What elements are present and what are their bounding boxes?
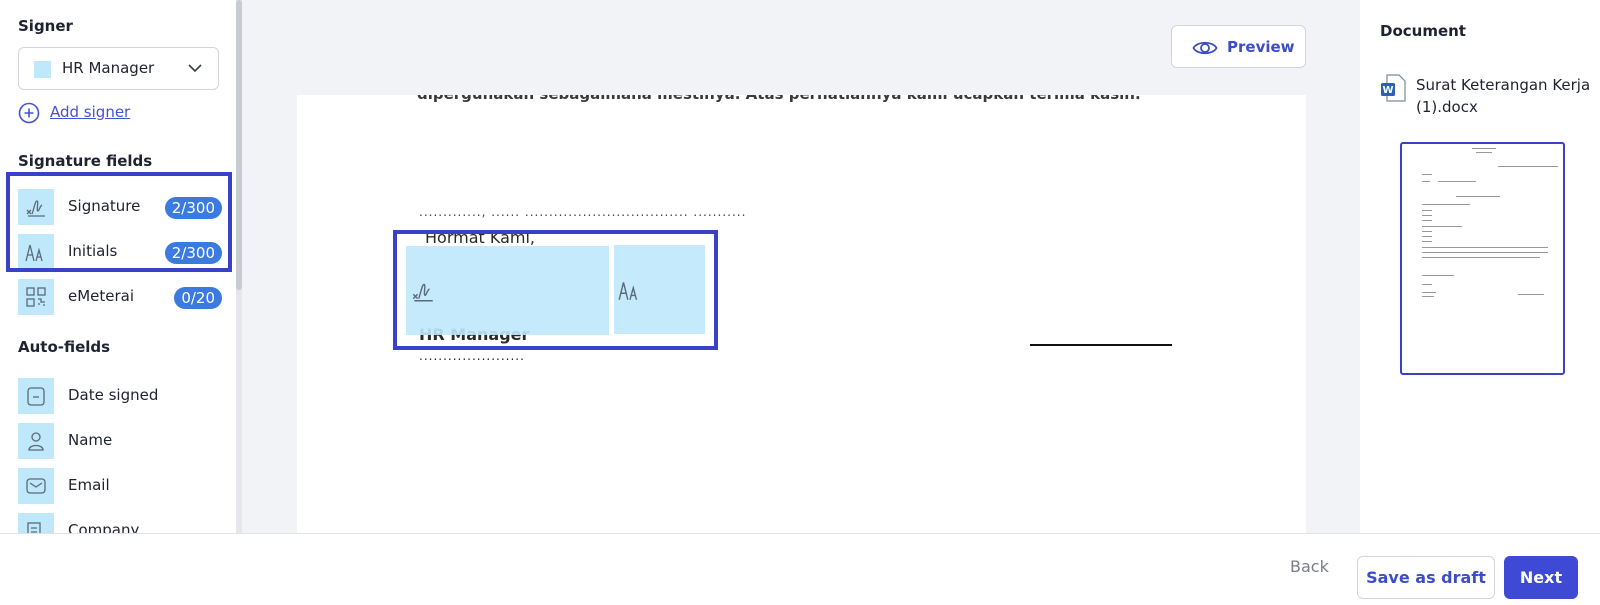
- field-label: Name: [68, 431, 113, 449]
- signature-line: [1030, 344, 1172, 346]
- field-date-signed[interactable]: Date signed: [18, 377, 222, 415]
- save-draft-button[interactable]: Save as draft: [1357, 556, 1495, 599]
- field-label: Company: [68, 521, 140, 533]
- eye-icon: [1192, 41, 1218, 55]
- signer-select-value: HR Manager: [62, 59, 155, 77]
- chevron-down-icon: [188, 64, 202, 73]
- word-file-icon: W: [1381, 74, 1406, 102]
- left-panel: Signer HR Manager Add signer Signature f…: [0, 0, 240, 533]
- document-thumbnail[interactable]: [1400, 142, 1565, 375]
- person-icon: [18, 423, 54, 459]
- footer-bar: Back Save as draft Next: [0, 533, 1600, 605]
- placed-fields-highlight: [393, 230, 718, 350]
- field-label: eMeterai: [68, 287, 135, 305]
- field-emeterai[interactable]: eMeterai 0/20: [18, 278, 222, 316]
- preview-label: Preview: [1227, 38, 1295, 56]
- field-email[interactable]: Email: [18, 467, 222, 505]
- signature-fields-title: Signature fields: [18, 152, 153, 170]
- document-page: dipergunakan sebagaimana mestinya. Atas …: [297, 95, 1306, 533]
- svg-text:W: W: [1382, 85, 1393, 96]
- date-placeholder: ............., ...... ..................…: [419, 205, 747, 219]
- document-file-name[interactable]: Surat Keterangan Kerja (1).docx: [1416, 74, 1596, 118]
- document-text-line: dipergunakan sebagaimana mestinya. Atas …: [417, 95, 1141, 103]
- field-label: Date signed: [68, 386, 159, 404]
- signature-fields-highlight: [6, 172, 232, 272]
- signer-color-swatch: [34, 61, 51, 78]
- name-placeholder: ......................: [419, 349, 525, 363]
- back-button[interactable]: Back: [1290, 557, 1329, 576]
- field-name[interactable]: Name: [18, 422, 222, 460]
- field-count-badge: 0/20: [174, 287, 222, 309]
- company-icon: [18, 513, 54, 533]
- left-panel-scroll-thumb[interactable]: [236, 0, 242, 290]
- preview-button[interactable]: Preview: [1171, 25, 1306, 68]
- field-label: Email: [68, 476, 110, 494]
- next-button[interactable]: Next: [1504, 556, 1578, 599]
- signer-section-title: Signer: [18, 17, 73, 35]
- document-panel-title: Document: [1380, 22, 1466, 40]
- envelope-icon: [18, 468, 54, 504]
- calendar-icon: [18, 378, 54, 414]
- qr-code-icon: [18, 279, 54, 315]
- signer-select[interactable]: HR Manager: [18, 47, 219, 90]
- field-company[interactable]: Company: [18, 512, 222, 533]
- right-panel: Document W Surat Keterangan Kerja (1).do…: [1360, 0, 1600, 533]
- auto-fields-title: Auto-fields: [18, 338, 111, 356]
- add-circle-icon: [18, 102, 40, 124]
- add-signer-label: Add signer: [50, 103, 131, 121]
